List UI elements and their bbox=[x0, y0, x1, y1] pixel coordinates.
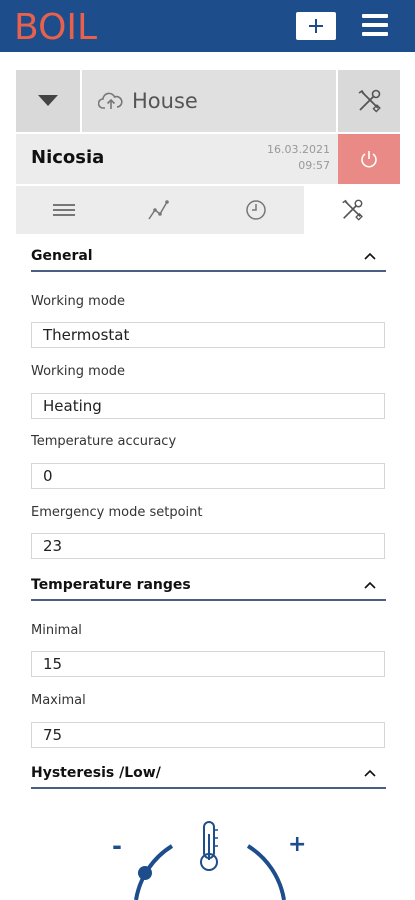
caret-down-icon bbox=[38, 95, 58, 106]
menu-line-icon bbox=[362, 32, 388, 36]
top-bar: BOIL bbox=[0, 0, 415, 52]
emergency-setpoint-field[interactable]: 23 bbox=[31, 533, 385, 559]
last-update-timestamp: 16.03.2021 09:57 bbox=[267, 142, 330, 174]
chevron-up-icon bbox=[364, 252, 376, 260]
power-button[interactable] bbox=[338, 134, 400, 184]
cloud-upload-icon bbox=[98, 92, 123, 109]
chevron-up-icon bbox=[364, 769, 376, 777]
field-label: Minimal bbox=[31, 623, 82, 638]
field-label: Emergency mode setpoint bbox=[31, 505, 203, 520]
tab-schedule[interactable] bbox=[208, 186, 304, 234]
tab-overview[interactable] bbox=[16, 186, 112, 234]
working-mode-field-2[interactable]: Heating bbox=[31, 393, 385, 419]
device-tabs bbox=[16, 186, 400, 234]
location-group-row: House bbox=[16, 70, 400, 132]
svg-text:BOIL: BOIL bbox=[14, 7, 97, 46]
chevron-up-icon bbox=[364, 581, 376, 589]
menu-line-icon bbox=[362, 23, 388, 27]
gauge-knob[interactable] bbox=[138, 866, 152, 880]
section-general-header[interactable]: General bbox=[31, 244, 386, 272]
hysteresis-gauge: - + bbox=[100, 818, 320, 900]
gauge-dial bbox=[134, 821, 286, 900]
last-update-time: 09:57 bbox=[298, 159, 330, 172]
section-title: General bbox=[31, 248, 93, 264]
tab-settings[interactable] bbox=[304, 186, 400, 234]
settings-tools-button[interactable] bbox=[338, 70, 400, 132]
location-group-selector[interactable]: House bbox=[82, 70, 336, 132]
logo-mark: BOIL bbox=[14, 7, 97, 46]
clock-icon bbox=[246, 200, 266, 220]
menu-line-icon bbox=[362, 14, 388, 18]
section-title: Temperature ranges bbox=[31, 577, 191, 593]
field-label: Working mode bbox=[31, 364, 126, 379]
boil-logo: BOIL bbox=[14, 4, 124, 48]
field-label: Temperature accuracy bbox=[31, 434, 177, 449]
section-temperature-ranges-header[interactable]: Temperature ranges bbox=[31, 573, 386, 601]
decrease-button[interactable]: - bbox=[112, 832, 122, 860]
section-hysteresis-header[interactable]: Hysteresis /Low/ bbox=[31, 761, 386, 789]
maximal-temperature-field[interactable]: 75 bbox=[31, 722, 385, 748]
hamburger-menu-button[interactable] bbox=[362, 12, 390, 40]
tools-icon bbox=[342, 199, 363, 221]
device-location-name: Nicosia bbox=[31, 147, 105, 168]
field-label: Maximal bbox=[31, 693, 86, 708]
list-icon bbox=[53, 204, 75, 216]
last-update-date: 16.03.2021 bbox=[267, 143, 330, 156]
temperature-accuracy-field[interactable]: 0 bbox=[31, 463, 385, 489]
plus-icon bbox=[309, 19, 323, 33]
power-icon bbox=[361, 151, 377, 168]
thermometer-icon bbox=[200, 821, 218, 871]
tools-icon bbox=[358, 89, 381, 113]
working-mode-field[interactable]: Thermostat bbox=[31, 322, 385, 348]
increase-button[interactable]: + bbox=[288, 832, 306, 857]
minimal-temperature-field[interactable]: 15 bbox=[31, 651, 385, 677]
section-title: Hysteresis /Low/ bbox=[31, 765, 161, 781]
add-button[interactable] bbox=[296, 12, 336, 40]
tab-statistics[interactable] bbox=[112, 186, 208, 234]
location-group-label: House bbox=[132, 89, 198, 113]
field-label: Working mode bbox=[31, 294, 126, 309]
location-dropdown-button[interactable] bbox=[16, 70, 80, 132]
device-row: Nicosia 16.03.2021 09:57 bbox=[16, 134, 400, 184]
chart-icon bbox=[148, 200, 169, 220]
